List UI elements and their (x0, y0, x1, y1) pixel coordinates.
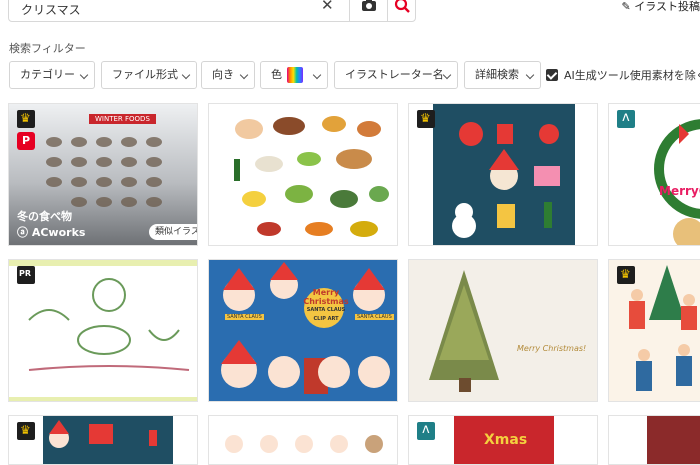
color-filter[interactable]: 色 (260, 61, 328, 89)
exclude-ai-checkbox[interactable]: AI生成ツール使用素材を除く (546, 67, 700, 83)
faces-row3-illustration (209, 416, 398, 465)
search-icon (388, 0, 417, 21)
illustration-card-faces-row3[interactable] (208, 415, 398, 465)
search-button[interactable] (387, 0, 417, 21)
filter-section-title: 検索フィルター (9, 40, 86, 56)
chevron-down-icon (313, 71, 321, 79)
santa-clipart-illustration (209, 260, 398, 402)
checkbox-checked-icon (546, 69, 558, 81)
camera-search-button[interactable] (349, 0, 388, 21)
post-illustration-label: イラスト投稿 (634, 0, 700, 13)
illustration-card-food-set[interactable] (208, 103, 398, 246)
greeting-text: Merry Christmas! (517, 344, 586, 353)
merry-christmas-label: Merry Christmas SANTA CLAUS CLIP ART (301, 288, 351, 324)
detail-search-filter[interactable]: 詳細検索 (464, 61, 541, 89)
food-illustration (209, 104, 398, 246)
illustrator-filter[interactable]: イラストレーター名 (334, 61, 458, 89)
premium-crown-icon (417, 110, 435, 128)
file-format-filter[interactable]: ファイル形式 (101, 61, 197, 89)
search-input[interactable]: クリスマス (21, 1, 81, 18)
acworks-icon (417, 422, 435, 440)
illustration-card-christmas-icons[interactable] (408, 103, 598, 246)
winter-foods-ribbon: WINTER FOODS (89, 114, 156, 124)
orientation-label: 向き (212, 68, 234, 81)
santa-row3-illustration (9, 416, 198, 465)
christmas-icons-illustration (409, 104, 598, 246)
orientation-filter[interactable]: 向き (201, 61, 255, 89)
premium-crown-icon (17, 422, 35, 440)
illustration-card-botanical-frame[interactable] (8, 259, 198, 402)
merry-christmas-text: MerryCh (659, 184, 700, 198)
category-label: カテゴリー (20, 68, 75, 81)
color-label: 色 (271, 68, 282, 81)
santa-claus-text: SANTA CLAUS (301, 306, 351, 315)
illustration-card-winter-food[interactable]: WINTER FOODS 冬の食べ物 ⓐ ACworks 類似イラスト › (8, 103, 198, 246)
file-format-label: ファイル形式 (112, 68, 178, 81)
chevron-down-icon (443, 71, 451, 79)
pen-icon: ✎ (622, 0, 631, 13)
card-title: 冬の食べ物 (17, 208, 72, 224)
illustration-card-wreath[interactable]: MerryCh (608, 103, 700, 246)
illustration-card-christmas-tree[interactable]: Merry Christmas! (408, 259, 598, 402)
santa-claus-tag-left: SANTA CLAUS (225, 314, 264, 320)
illustration-card-christmas-people[interactable] (608, 259, 700, 402)
pinterest-icon[interactable] (17, 132, 35, 150)
merry-text: Merry (301, 288, 351, 297)
clear-search-icon[interactable]: ✕ (321, 0, 334, 14)
chevron-down-icon (240, 71, 248, 79)
acworks-icon: ⓐ (17, 226, 32, 239)
premium-crown-icon (617, 266, 635, 284)
search-bar: クリスマス ✕ (8, 0, 416, 22)
clip-art-text: CLIP ART (301, 315, 351, 324)
santa-claus-tag-right: SANTA CLAUS (355, 314, 394, 320)
chevron-down-icon (526, 71, 534, 79)
botanical-illustration (9, 260, 198, 402)
row3-right-illustration (609, 416, 700, 465)
color-swatch-icon (287, 67, 303, 83)
illustration-card-santa-clipart[interactable]: Merry Christmas SANTA CLAUS CLIP ART SAN… (208, 259, 398, 402)
pr-badge-icon (17, 266, 35, 284)
acworks-icon (617, 110, 635, 128)
illustration-card-xmas-row3[interactable]: Xmas (408, 415, 598, 465)
camera-icon (350, 0, 388, 21)
christmas-tree-illustration (409, 260, 598, 402)
exclude-ai-label: AI生成ツール使用素材を除く (564, 69, 700, 82)
category-filter[interactable]: カテゴリー (9, 61, 95, 89)
illustration-card-row3-right[interactable] (608, 415, 700, 465)
detail-search-label: 詳細検索 (475, 68, 519, 81)
christmas-text: Christmas (301, 297, 351, 306)
chevron-down-icon (80, 71, 88, 79)
acworks-logo: ⓐ ACworks (17, 224, 85, 240)
similar-illustrations-button[interactable]: 類似イラスト › (149, 224, 198, 240)
acworks-label: ACworks (32, 226, 86, 239)
xmas-text: Xmas (484, 432, 527, 448)
chevron-down-icon (182, 71, 190, 79)
post-illustration-link[interactable]: ✎ イラスト投稿 (622, 0, 700, 14)
illustration-card-santa-row3[interactable] (8, 415, 198, 465)
illustrator-label: イラストレーター名 (345, 68, 444, 81)
premium-crown-icon (17, 110, 35, 128)
